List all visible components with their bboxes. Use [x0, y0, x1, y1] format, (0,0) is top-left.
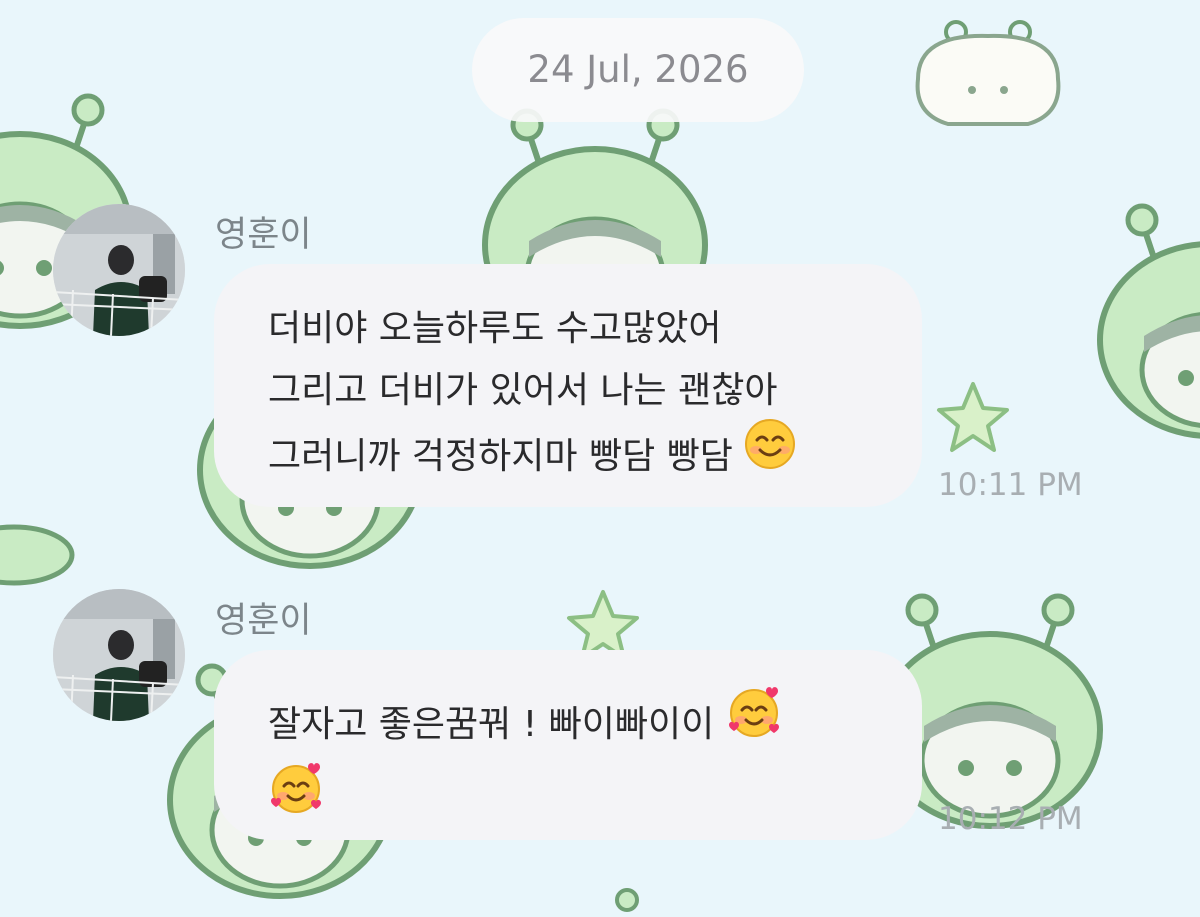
smiling-face-icon [744, 418, 796, 490]
message-bubble[interactable]: 잘자고 좋은꿈꿔 ! 빠이빠이이 [214, 650, 922, 840]
smiling-face-with-hearts-icon [268, 760, 324, 836]
avatar-photo [53, 204, 185, 336]
message-timestamp: 10:12 PM [938, 801, 1083, 837]
smiling-face-with-hearts-icon [726, 684, 782, 760]
sender-avatar[interactable] [53, 589, 185, 721]
sender-name: 영훈이 [215, 215, 312, 255]
message-line: 잘자고 좋은꿈꿔 ! 빠이빠이이 [268, 704, 715, 745]
avatar-photo [53, 589, 185, 721]
message-line: 그러니까 걱정하지마 빵담 빵담 [268, 436, 733, 477]
message-bubble[interactable]: 더비야 오늘하루도 수고많았어 그리고 더비가 있어서 나는 괜찮아 그러니까 … [214, 264, 922, 507]
date-separator: 24 Jul, 2026 [472, 18, 804, 122]
message-timestamp: 10:11 PM [938, 467, 1083, 503]
message-line: 그리고 더비가 있어서 나는 괜찮아 [268, 370, 778, 411]
sender-avatar[interactable] [53, 204, 185, 336]
sender-name: 영훈이 [215, 601, 312, 641]
message-line: 더비야 오늘하루도 수고많았어 [268, 308, 722, 349]
